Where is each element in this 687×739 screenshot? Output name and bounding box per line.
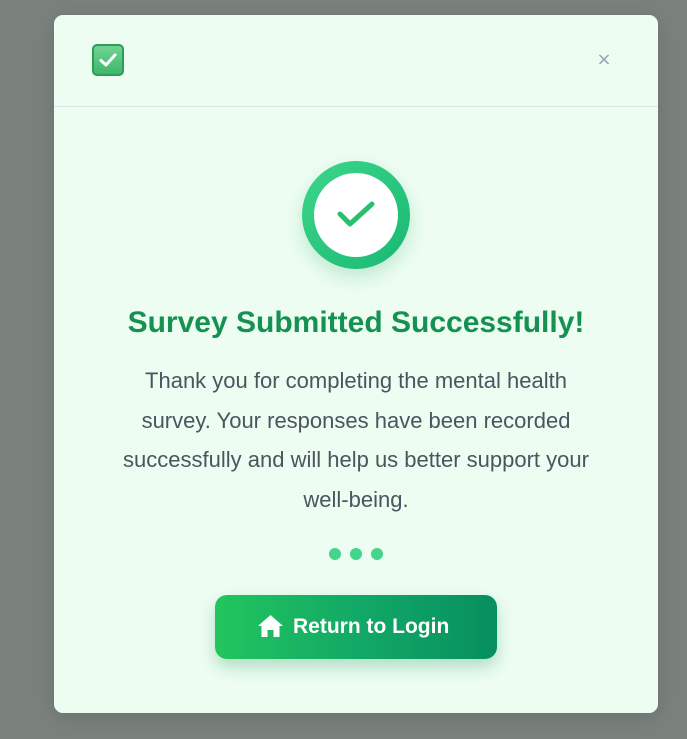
- loading-dot: [329, 548, 341, 560]
- check-icon: [337, 201, 375, 227]
- success-modal: × Survey Submitted Successfully! Thank y…: [54, 15, 658, 713]
- modal-header: ×: [54, 15, 658, 107]
- home-icon: [258, 615, 283, 637]
- loading-dot: [371, 548, 383, 560]
- loading-dots: [324, 548, 388, 562]
- success-badge-inner: [314, 173, 398, 257]
- loading-dot: [350, 548, 362, 560]
- success-badge: [302, 161, 410, 269]
- return-button-label: Return to Login: [293, 615, 450, 638]
- return-to-login-button[interactable]: Return to Login: [215, 595, 497, 659]
- check-box-icon: [92, 44, 124, 76]
- close-icon: ×: [596, 49, 612, 70]
- close-button[interactable]: ×: [590, 48, 618, 72]
- success-title: Survey Submitted Successfully!: [127, 306, 585, 339]
- success-message: Thank you for completing the mental heal…: [123, 368, 589, 512]
